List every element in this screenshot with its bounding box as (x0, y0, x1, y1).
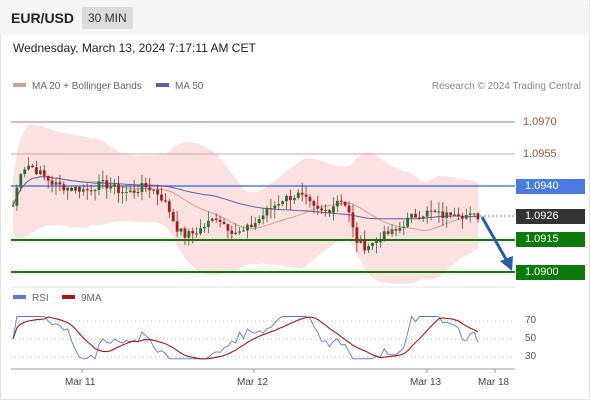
level-label-1: 1.0970 (523, 116, 557, 128)
legend-rsi-ma: 9MA (62, 293, 102, 304)
legend-rsi-ma-label: 9MA (81, 293, 102, 304)
current-price-tag: 1.0926 (516, 209, 585, 224)
rsi-lines (12, 315, 479, 360)
x-ticks (81, 369, 496, 373)
x-label-mar13: Mar 13 (410, 377, 442, 388)
level-tag-blue: 1.0940 (516, 179, 585, 194)
level-tag-green-2: 1.0900 (516, 265, 585, 280)
rsi-swatch-icon (13, 295, 26, 300)
level-tag-green-1: 1.0915 (516, 232, 585, 247)
legend-rsi-label: RSI (32, 293, 49, 304)
x-label-mar18: Mar 18 (478, 377, 510, 388)
rsi-level-70: 70 (525, 315, 537, 326)
rsi-level-50: 50 (525, 333, 537, 344)
bollinger-bands (13, 124, 478, 284)
rsi-grid (11, 320, 515, 358)
bollinger-band-area (13, 124, 478, 284)
rsi-ma-line (12, 316, 479, 360)
price-chart (11, 121, 515, 373)
x-label-mar12: Mar 12 (237, 377, 269, 388)
x-label-mar11: Mar 11 (65, 377, 96, 388)
rsi-ma-swatch-icon (62, 295, 75, 300)
rsi-level-30: 30 (525, 351, 537, 362)
legend-rsi: RSI (13, 293, 49, 304)
level-label-2: 1.0955 (523, 148, 557, 160)
forecast-arrow (480, 216, 513, 271)
